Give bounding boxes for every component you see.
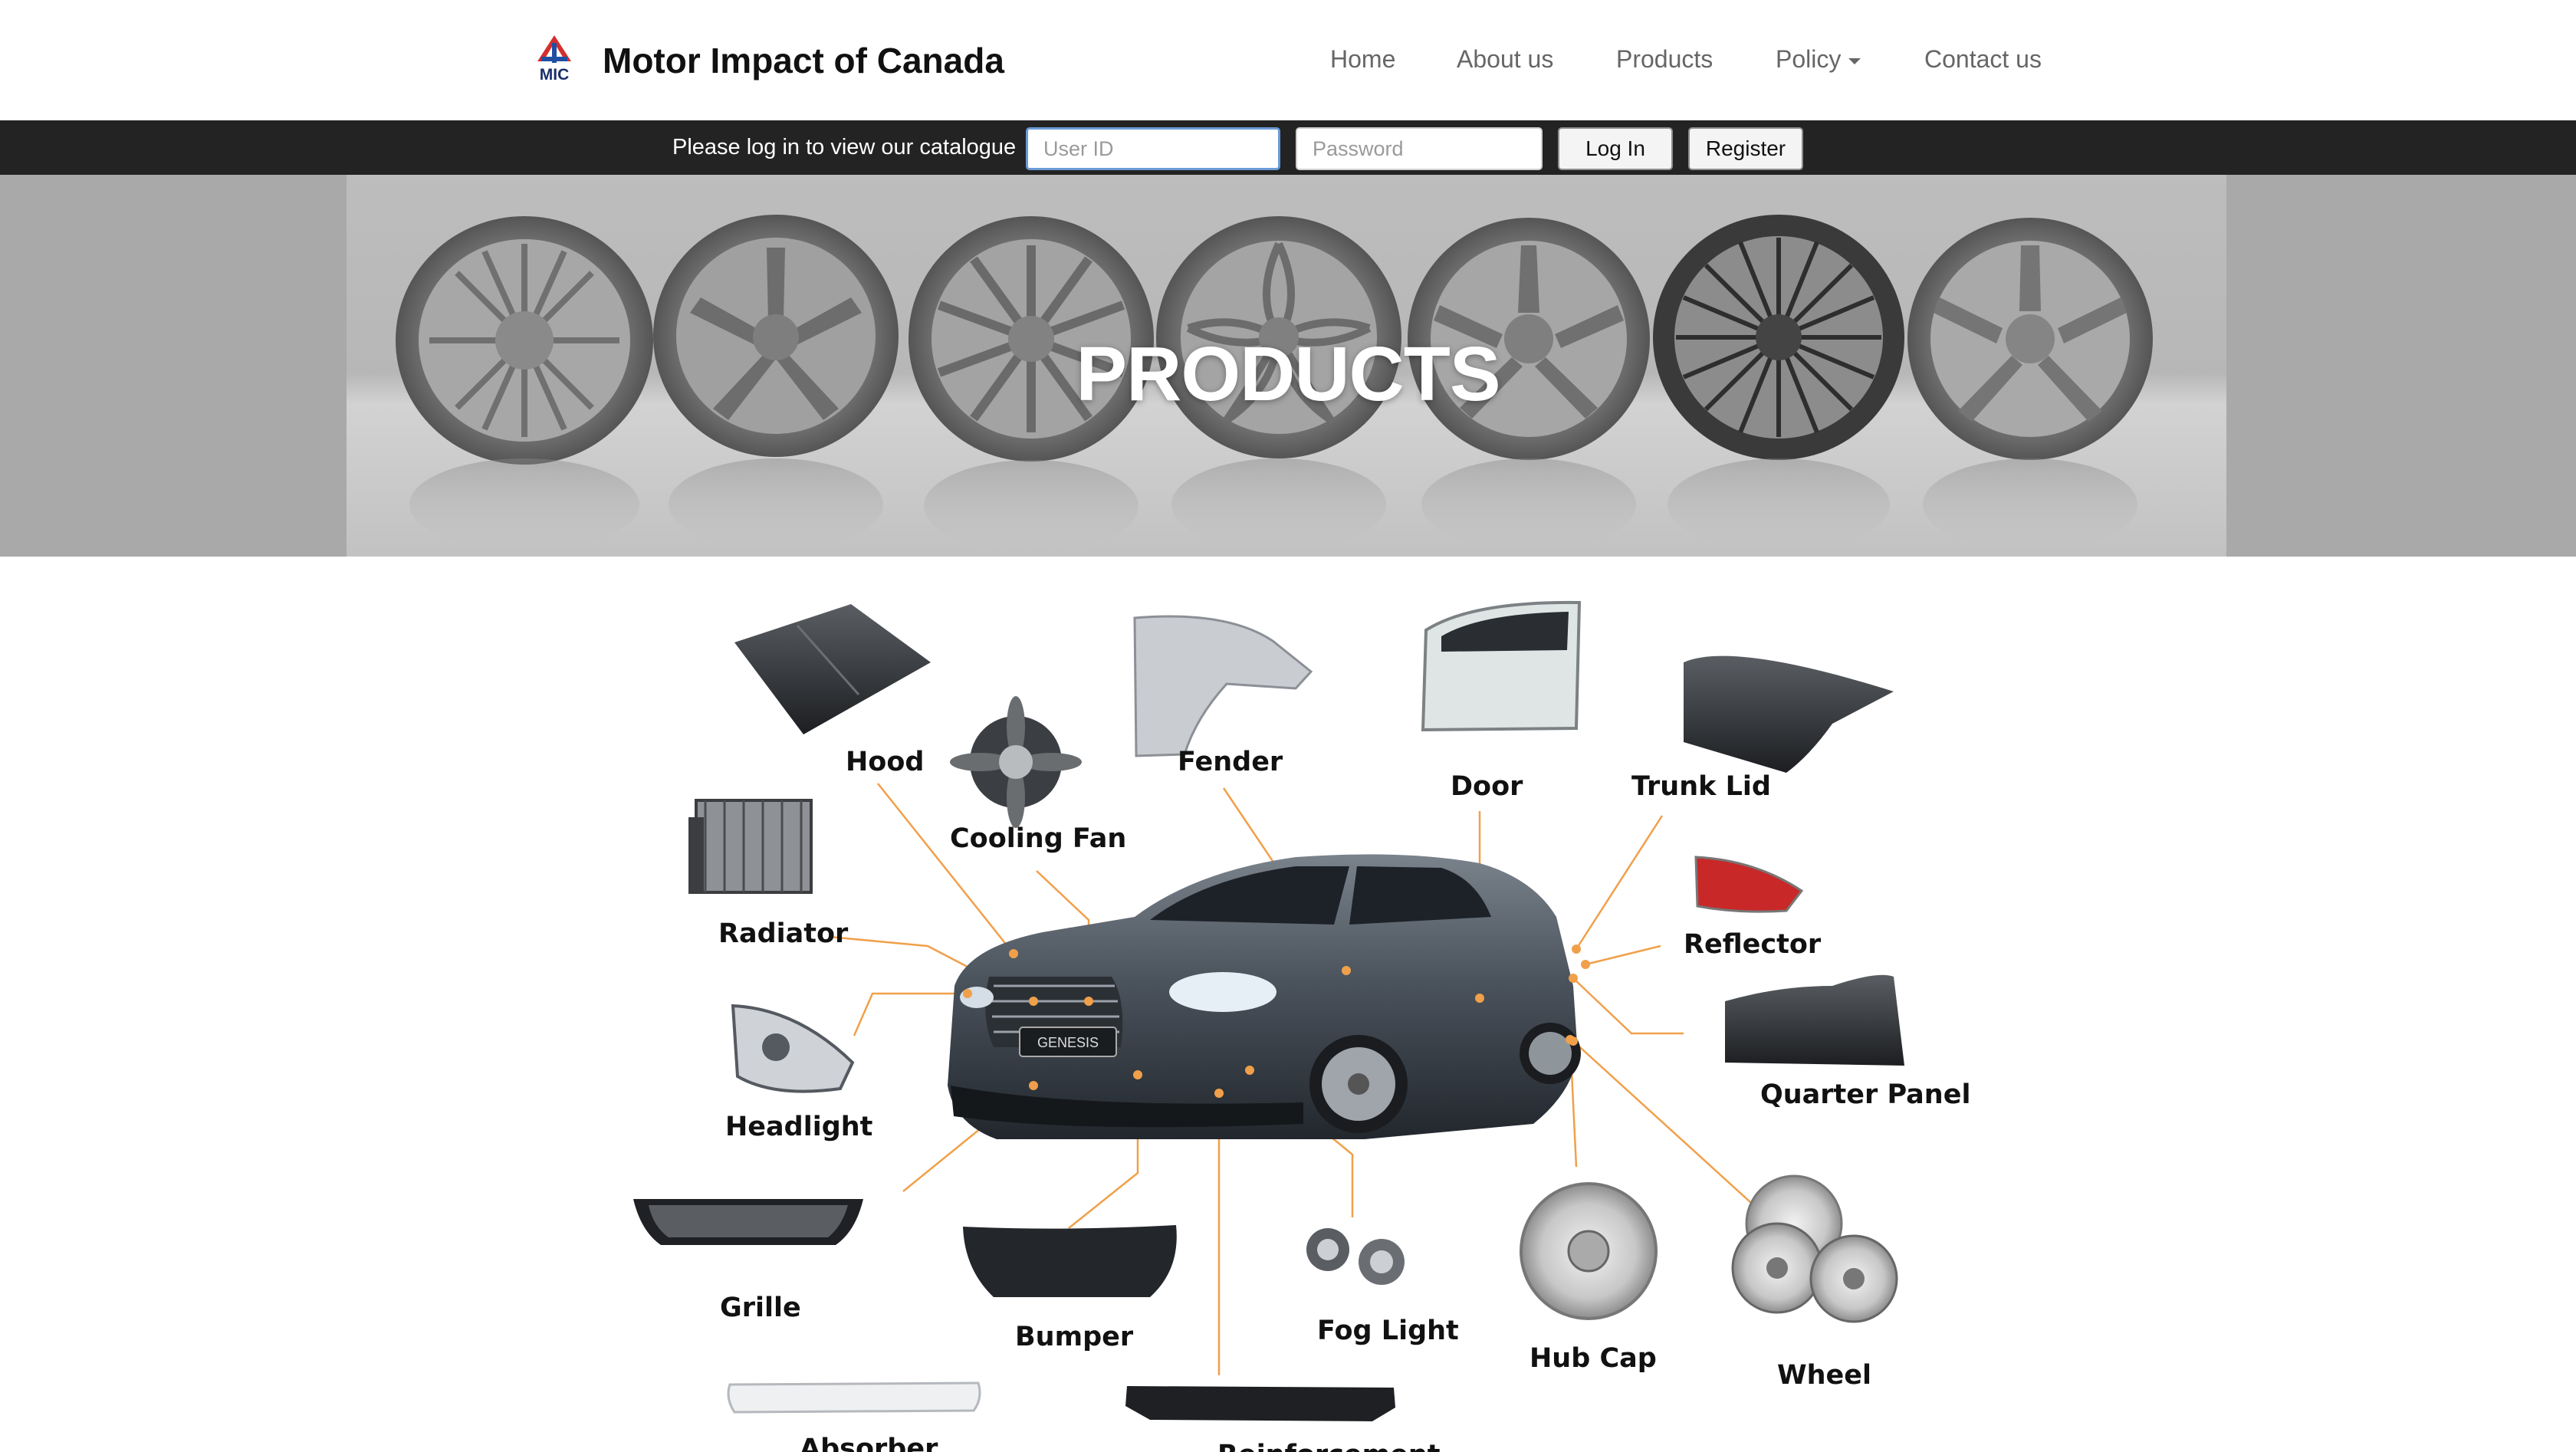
- nav-contact-us[interactable]: Contact us: [1924, 40, 2042, 78]
- part-label-reflector[interactable]: Reflector: [1684, 928, 1821, 961]
- grille-icon: [633, 1199, 863, 1245]
- fog-light-icon: [1306, 1228, 1405, 1285]
- password-input[interactable]: [1296, 127, 1543, 170]
- hub-cap-icon: [1520, 1182, 1658, 1320]
- cooling-fan-icon: [950, 696, 1082, 828]
- part-label-door[interactable]: Door: [1451, 770, 1523, 803]
- part-label-headlight[interactable]: Headlight: [725, 1110, 872, 1144]
- part-label-bumper[interactable]: Bumper: [1015, 1320, 1133, 1354]
- genesis-car-icon: GENESIS: [948, 854, 1581, 1139]
- part-label-quarter-panel[interactable]: Quarter Panel: [1760, 1078, 1970, 1112]
- products-banner: PRODUCTS: [0, 175, 2576, 557]
- part-label-cooling-fan[interactable]: Cooling Fan: [950, 822, 1126, 856]
- register-button[interactable]: Register: [1688, 127, 1803, 170]
- nav-about-us[interactable]: About us: [1457, 40, 1553, 78]
- mic-logo[interactable]: MIC: [526, 34, 583, 83]
- part-label-radiator[interactable]: Radiator: [718, 917, 848, 951]
- bumper-icon: [963, 1225, 1177, 1297]
- svg-text:MIC: MIC: [540, 66, 570, 83]
- log-in-button[interactable]: Log In: [1558, 127, 1673, 170]
- nav-products[interactable]: Products: [1616, 40, 1713, 78]
- nav-policy-dropdown[interactable]: Policy: [1776, 40, 1861, 78]
- caret-down-icon: [1848, 57, 1861, 64]
- door-icon: [1421, 600, 1582, 732]
- part-label-fog-light[interactable]: Fog Light: [1317, 1314, 1459, 1348]
- wheel-icon: [1731, 1174, 1898, 1323]
- reflector-icon: [1694, 856, 1804, 913]
- login-message: Please log in to view our catalogue: [672, 135, 1017, 159]
- part-label-hub-cap[interactable]: Hub Cap: [1530, 1342, 1657, 1375]
- svg-text:GENESIS: GENESIS: [1037, 1035, 1099, 1050]
- radiator-icon: [688, 799, 813, 894]
- mic-logo-icon: MIC: [537, 35, 571, 83]
- login-bar: Please log in to view our catalogue Log …: [0, 120, 2576, 175]
- nav-home[interactable]: Home: [1330, 40, 1395, 78]
- brand-name[interactable]: Motor Impact of Canada: [603, 38, 1004, 83]
- part-label-reinforcement[interactable]: Reinforcement: [1217, 1438, 1440, 1452]
- part-label-hood[interactable]: Hood: [846, 745, 924, 779]
- user-id-input[interactable]: [1026, 127, 1280, 170]
- part-label-grille[interactable]: Grille: [720, 1291, 801, 1325]
- car-parts-illustration: GENESIS: [633, 600, 1904, 1421]
- absorber-icon: [727, 1381, 981, 1414]
- quarter-panel-icon: [1725, 974, 1904, 1066]
- part-label-absorber[interactable]: Absorber: [800, 1432, 938, 1452]
- reinforcement-icon: [1125, 1386, 1395, 1421]
- trunk-lid-icon: [1684, 655, 1894, 773]
- part-label-trunk-lid[interactable]: Trunk Lid: [1631, 770, 1771, 803]
- headlight-icon: [731, 1004, 855, 1093]
- hood-icon: [734, 604, 931, 734]
- fender-icon: [1133, 615, 1313, 757]
- site-header: MIC Motor Impact of Canada Home About us…: [0, 0, 2576, 120]
- car-parts-diagram: GENESIS Hood Cooling Fan Fender Door Tru…: [0, 557, 2576, 1452]
- part-label-fender[interactable]: Fender: [1178, 745, 1283, 779]
- part-label-wheel[interactable]: Wheel: [1777, 1358, 1871, 1392]
- banner-title: PRODUCTS: [1076, 331, 1500, 417]
- nav-policy-label: Policy: [1776, 45, 1842, 73]
